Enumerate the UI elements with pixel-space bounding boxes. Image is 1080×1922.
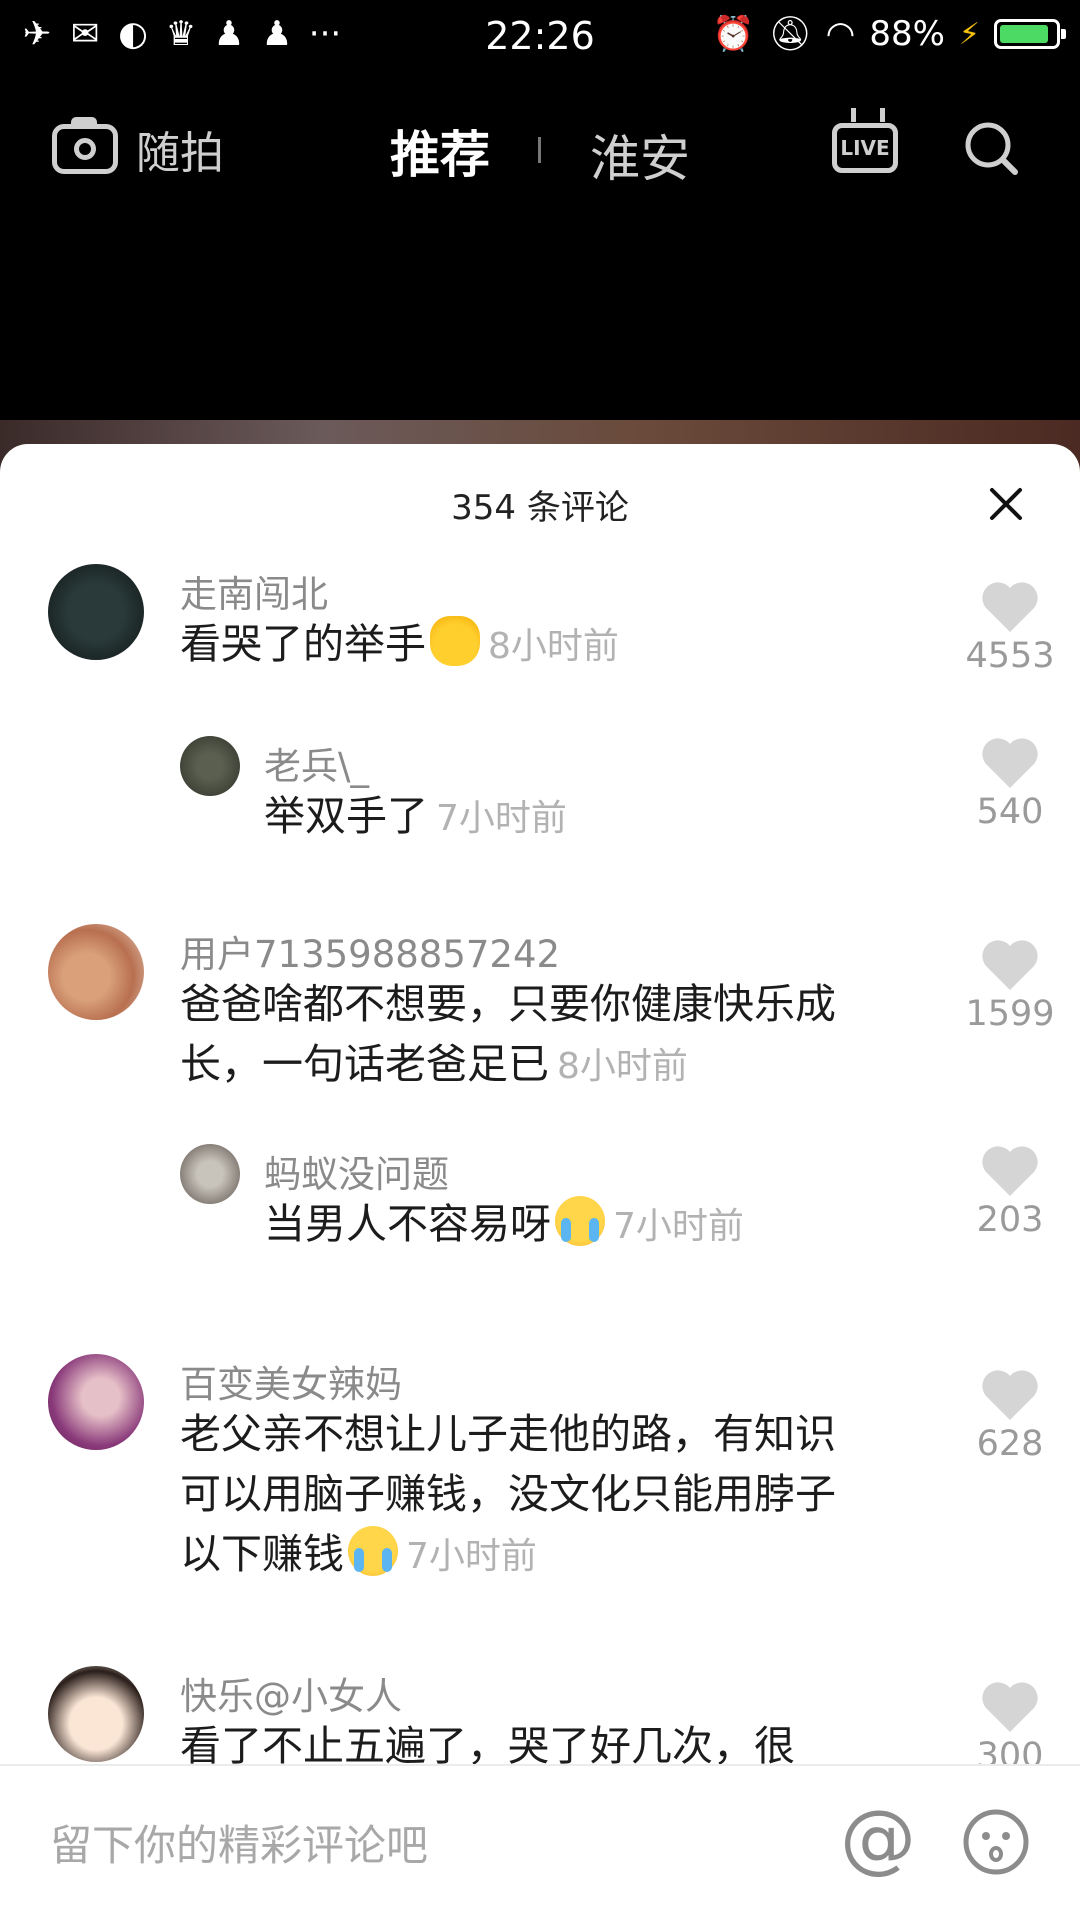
- wifi-icon: ◠: [825, 14, 856, 54]
- like-button[interactable]: 4553: [960, 580, 1060, 676]
- tab-divider: [538, 137, 541, 163]
- avatar[interactable]: [48, 1354, 144, 1450]
- status-bar: ✈ ✉ ◐ ♛ ♟ ♟ ··· 22:26 ⏰ 🔕︎ ◠ 88% ⚡: [0, 0, 1080, 80]
- comment-username[interactable]: 走南闯北: [180, 564, 328, 618]
- like-count: 300: [976, 1736, 1044, 1764]
- comment-time: 7小时前: [436, 798, 567, 839]
- comment-time: 8小时前: [488, 626, 619, 667]
- heart-icon: [982, 1370, 1038, 1420]
- comment-text: 看哭了的举手 8小时前: [180, 614, 870, 677]
- comment-input[interactable]: 留下你的精彩评论吧: [50, 1812, 428, 1873]
- comment-username[interactable]: 百变美女辣妈: [180, 1354, 402, 1408]
- avatar[interactable]: [48, 1666, 144, 1762]
- comment-username[interactable]: 蚂蚁没问题: [264, 1144, 449, 1198]
- camera-label: 随拍: [136, 128, 224, 179]
- like-button[interactable]: 300: [960, 1680, 1060, 1764]
- mention-button[interactable]: @: [840, 1800, 916, 1876]
- camera-button[interactable]: 随拍: [52, 117, 224, 181]
- top-nav: 随拍 推荐 淮安 LIVE: [0, 95, 1080, 205]
- camera-icon: [52, 117, 118, 174]
- emoji-picker-icon[interactable]: [962, 1808, 1030, 1876]
- heart-icon: [982, 940, 1038, 990]
- avatar[interactable]: [48, 564, 144, 660]
- like-count: 540: [976, 792, 1044, 832]
- close-icon[interactable]: [986, 484, 1026, 524]
- heart-icon: [982, 582, 1038, 632]
- comment-username[interactable]: 老兵\_: [264, 736, 369, 790]
- like-button[interactable]: 540: [960, 736, 1060, 832]
- comment-username[interactable]: 用户7135988857242: [180, 924, 560, 978]
- avatar[interactable]: [180, 1144, 240, 1204]
- alarm-icon: ⏰: [712, 14, 755, 54]
- avatar[interactable]: [180, 736, 240, 796]
- like-count: 4553: [965, 636, 1055, 676]
- tab-city[interactable]: 淮安: [590, 119, 690, 191]
- heart-icon: [982, 1146, 1038, 1196]
- comment-time: 7小时前: [406, 1536, 537, 1577]
- mute-bell-icon: 🔕︎: [768, 14, 812, 54]
- tab-recommend[interactable]: 推荐: [390, 115, 490, 187]
- comment-username[interactable]: 快乐@小女人: [180, 1666, 402, 1720]
- comment-text: 看了不止五遍了，哭了好几次，很: [180, 1722, 795, 1764]
- comment-input-bar: 留下你的精彩评论吧 @: [0, 1764, 1080, 1922]
- comment-text: 老父亲不想让儿子走他的路，有知识可以用脑子赚钱，没文化只能用脖子以下赚钱 7小时前: [180, 1410, 836, 1578]
- raised-hands-emoji: [430, 616, 480, 666]
- comment-list: 走南闯北 看哭了的举手8小时前 4553 老兵\_ 举双手了7小时前 540: [0, 564, 1080, 1764]
- like-button[interactable]: 1599: [960, 938, 1060, 1034]
- like-count: 628: [976, 1424, 1044, 1464]
- status-right-icons: ⏰ 🔕︎ ◠ 88% ⚡: [712, 14, 1066, 54]
- comment-time: 7小时前: [613, 1206, 744, 1247]
- comment-text: 举双手了 7小时前: [264, 792, 567, 840]
- heart-icon: [982, 1682, 1038, 1732]
- comment-sheet: 354 条评论 走南闯北 看哭了的举手 8小时前 4553 老兵\_ 举双手了 7小…: [0, 444, 1080, 1920]
- heart-icon: [982, 738, 1038, 788]
- comment-count-title: 354 条评论: [451, 488, 629, 528]
- search-icon[interactable]: [962, 119, 1020, 177]
- live-icon[interactable]: LIVE: [832, 123, 898, 173]
- crying-emoji: [348, 1526, 398, 1576]
- crying-emoji: [555, 1196, 605, 1246]
- avatar[interactable]: [48, 924, 144, 1020]
- comment-text: 当男人不容易呀 7小时前: [264, 1194, 884, 1257]
- comment-time: 8小时前: [557, 1046, 688, 1087]
- like-button[interactable]: 203: [960, 1144, 1060, 1240]
- like-count: 1599: [965, 994, 1055, 1034]
- comment-text: 爸爸啥都不想要，只要你健康快乐成长，一句话老爸足已 8小时前: [180, 980, 836, 1088]
- battery-percent: 88%: [869, 14, 945, 54]
- battery-icon: [994, 19, 1066, 49]
- like-button[interactable]: 628: [960, 1368, 1060, 1464]
- like-count: 203: [976, 1200, 1044, 1240]
- charging-icon: ⚡: [958, 16, 980, 52]
